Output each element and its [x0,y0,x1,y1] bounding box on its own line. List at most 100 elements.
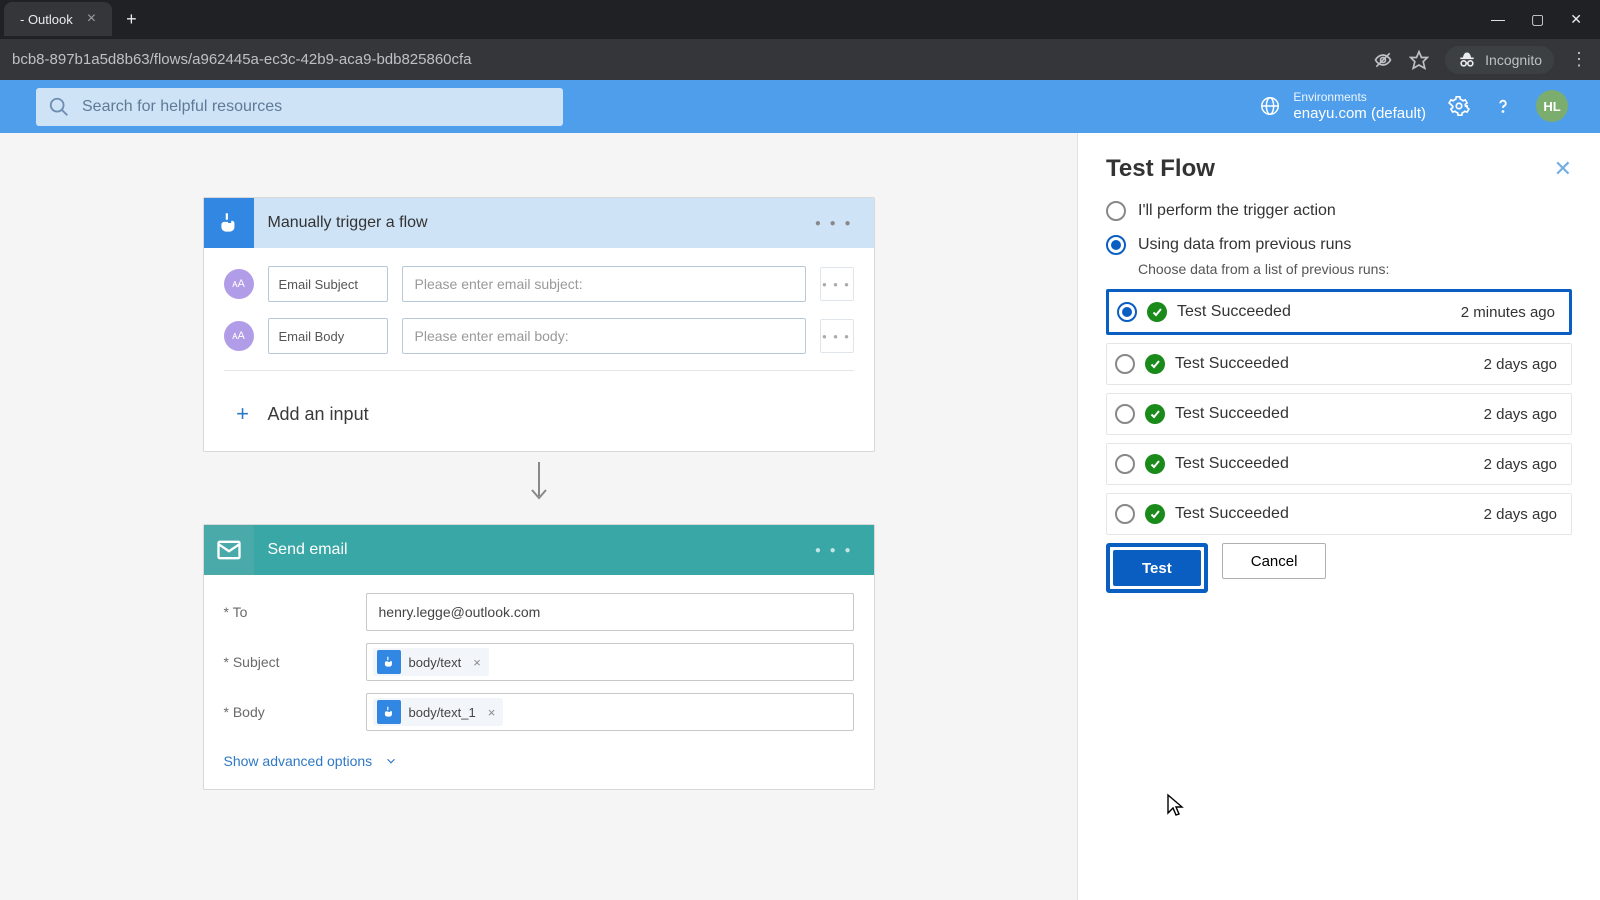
plus-icon: + [232,401,254,427]
trigger-input-row: ᴀA Email Subject ● ● ● [224,266,854,302]
content-area: Manually trigger a flow ● ● ● ᴀA Email S… [0,133,1600,900]
run-time: 2 days ago [1484,506,1563,523]
run-label: Test Succeeded [1175,455,1289,473]
token-remove-icon[interactable]: × [473,655,481,670]
dynamic-token[interactable]: body/text × [373,648,489,676]
environment-picker[interactable]: Environments enayu.com (default) [1259,90,1426,122]
run-time: 2 days ago [1484,356,1563,373]
address-text[interactable]: bcb8-897b1a5d8b63/flows/a962445a-ec3c-42… [12,51,1373,68]
bookmark-star-icon[interactable] [1409,50,1429,70]
action-title: Send email [254,541,348,559]
mail-icon [204,525,254,575]
cancel-button[interactable]: Cancel [1222,543,1327,579]
success-check-icon [1145,454,1165,474]
success-check-icon [1147,302,1167,322]
token-label: body/text [409,655,462,670]
previous-run-item[interactable]: Test Succeeded 2 days ago [1106,393,1572,435]
panel-close-icon[interactable]: ✕ [1554,156,1572,182]
input-row-menu-icon[interactable]: ● ● ● [820,319,854,353]
divider [224,370,854,371]
text-type-badge-icon: ᴀA [224,321,254,351]
action-card: Send email ● ● ● * To * Subject bod [203,524,875,790]
run-label: Test Succeeded [1175,355,1289,373]
tab-close-icon[interactable]: × [87,10,96,28]
body-field[interactable]: body/text_1 × [366,693,854,731]
app-top-bar: Environments enayu.com (default) HL [0,80,1600,133]
input-placeholder-field[interactable] [402,266,806,302]
minimize-icon[interactable]: — [1491,11,1505,28]
option-prev-label: Using data from previous runs [1138,236,1351,254]
trigger-card-header[interactable]: Manually trigger a flow ● ● ● [204,198,874,248]
subject-field[interactable]: body/text × [366,643,854,681]
radio-icon [1115,404,1135,424]
input-label[interactable]: Email Subject [268,266,388,302]
previous-run-item[interactable]: Test Succeeded 2 days ago [1106,443,1572,485]
input-label[interactable]: Email Body [268,318,388,354]
search-icon [48,96,70,118]
tracking-icon[interactable] [1373,50,1393,70]
browser-tab[interactable]: - Outlook × [4,2,112,36]
tab-strip: - Outlook × + — ▢ ✕ [0,0,1600,38]
panel-title: Test Flow [1106,155,1215,183]
trigger-icon [204,198,254,248]
maximize-icon[interactable]: ▢ [1531,11,1544,28]
token-remove-icon[interactable]: × [488,705,496,720]
environment-label: Environments [1293,90,1426,104]
prev-runs-sublabel: Choose data from a list of previous runs… [1138,261,1572,277]
success-check-icon [1145,354,1165,374]
trigger-title: Manually trigger a flow [254,214,428,232]
to-field[interactable] [366,593,854,631]
subject-label: * Subject [224,654,366,670]
incognito-badge: Incognito [1445,46,1554,74]
highlighted-test-button-wrap: Test [1106,543,1208,593]
action-card-header[interactable]: Send email ● ● ● [204,525,874,575]
option-previous-runs[interactable]: Using data from previous runs [1106,235,1572,255]
success-check-icon [1145,504,1165,524]
show-advanced-options[interactable]: Show advanced options [224,753,399,769]
globe-icon [1259,95,1281,117]
input-placeholder-field[interactable] [402,318,806,354]
address-bar: bcb8-897b1a5d8b63/flows/a962445a-ec3c-42… [0,38,1600,80]
environment-value: enayu.com (default) [1293,105,1426,123]
incognito-label: Incognito [1485,52,1542,68]
success-check-icon [1145,404,1165,424]
action-menu-icon[interactable]: ● ● ● [795,545,874,556]
radio-icon [1115,354,1135,374]
new-tab-button[interactable]: + [112,9,151,30]
trigger-card: Manually trigger a flow ● ● ● ᴀA Email S… [203,197,875,452]
radio-icon [1106,201,1126,221]
add-input-button[interactable]: + Add an input [224,389,854,433]
token-icon [377,700,401,724]
help-icon[interactable] [1492,95,1514,117]
radio-icon [1117,302,1137,322]
option-manual-label: I'll perform the trigger action [1138,202,1336,220]
user-avatar[interactable]: HL [1536,90,1568,122]
token-label: body/text_1 [409,705,476,720]
previous-run-item[interactable]: Test Succeeded 2 days ago [1106,493,1572,535]
search-input[interactable] [36,88,563,126]
run-label: Test Succeeded [1175,505,1289,523]
run-time: 2 days ago [1484,406,1563,423]
settings-gear-icon[interactable] [1448,95,1470,117]
dynamic-token[interactable]: body/text_1 × [373,698,504,726]
token-icon [377,650,401,674]
option-manual-trigger[interactable]: I'll perform the trigger action [1106,201,1572,221]
body-label: * Body [224,704,366,720]
close-window-icon[interactable]: ✕ [1570,11,1582,28]
trigger-menu-icon[interactable]: ● ● ● [795,218,874,229]
add-input-label: Add an input [268,404,369,425]
run-label: Test Succeeded [1177,303,1291,321]
browser-menu-icon[interactable]: ⋮ [1570,49,1588,70]
radio-icon [1106,235,1126,255]
test-flow-panel: Test Flow ✕ I'll perform the trigger act… [1077,133,1600,900]
input-row-menu-icon[interactable]: ● ● ● [820,267,854,301]
window-controls: — ▢ ✕ [1477,11,1596,28]
test-button[interactable]: Test [1113,550,1201,586]
flow-canvas: Manually trigger a flow ● ● ● ᴀA Email S… [0,133,1077,900]
connector-arrow-icon [0,452,1077,524]
trigger-input-row: ᴀA Email Body ● ● ● [224,318,854,354]
previous-run-item[interactable]: Test Succeeded 2 days ago [1106,343,1572,385]
previous-run-item[interactable]: Test Succeeded 2 minutes ago [1106,289,1572,335]
run-time: 2 minutes ago [1461,304,1561,321]
advanced-label: Show advanced options [224,753,373,769]
